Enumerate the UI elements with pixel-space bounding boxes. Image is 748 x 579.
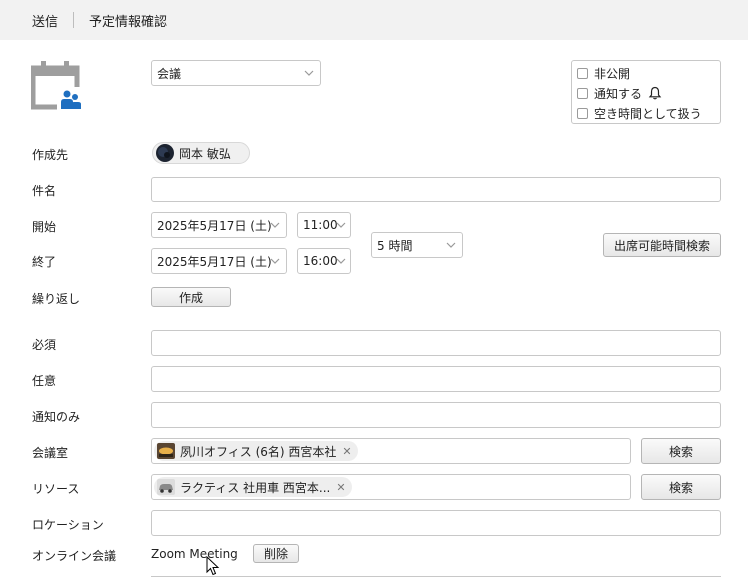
room-chip-label: 夙川オフィス (6名) 西宮本社: [180, 444, 337, 459]
end-time-value: 16:00: [303, 254, 338, 268]
free-time-label: 空き時間として扱う: [594, 106, 702, 121]
location-input[interactable]: [151, 510, 721, 536]
end-date-select[interactable]: 2025年5月17日 (土): [151, 248, 287, 274]
start-time-value: 11:00: [303, 218, 338, 232]
private-option[interactable]: 非公開: [577, 63, 720, 83]
end-time-select[interactable]: 16:00: [297, 248, 351, 274]
room-chip[interactable]: 夙川オフィス (6名) 西宮本社 ✕: [154, 441, 358, 461]
start-label: 開始: [32, 220, 57, 234]
mouse-cursor-icon: [206, 555, 220, 576]
chevron-down-icon: [270, 258, 280, 264]
notify-checkbox[interactable]: [577, 87, 588, 99]
private-checkbox[interactable]: [577, 67, 588, 79]
tab-confirm-details[interactable]: 予定情報確認: [89, 11, 167, 30]
calendar-people-icon: [30, 61, 83, 111]
remove-room-icon[interactable]: ✕: [342, 445, 351, 458]
subject-input[interactable]: [151, 177, 721, 202]
car-icon: [157, 479, 175, 495]
end-date-value: 2025年5月17日 (土): [157, 254, 272, 269]
free-time-checkbox[interactable]: [577, 107, 588, 119]
delete-online-meeting-button[interactable]: 削除: [253, 544, 299, 563]
chevron-down-icon: [446, 242, 456, 248]
creator-chip[interactable]: 岡本 敏弘: [152, 142, 250, 164]
resource-label: リソース: [32, 482, 80, 496]
optional-label: 任意: [32, 374, 57, 388]
remove-resource-icon[interactable]: ✕: [336, 481, 345, 494]
chevron-down-icon: [304, 70, 314, 76]
options-panel: 非公開 通知する 空き時間として扱う: [571, 60, 721, 124]
notify-label: 通知する: [594, 86, 643, 101]
online-meeting-label: オンライン会議: [32, 549, 117, 563]
event-type-value: 会議: [157, 66, 182, 81]
repeat-label: 繰り返し: [32, 292, 81, 306]
private-label: 非公開: [594, 66, 631, 81]
online-meeting-value: Zoom Meeting: [151, 547, 238, 561]
duration-value: 5 時間: [377, 238, 413, 253]
resource-chip[interactable]: ラクティス 社用車 西宮本... ✕: [154, 477, 352, 497]
location-label: ロケーション: [32, 518, 104, 532]
notify-only-label: 通知のみ: [32, 410, 81, 424]
bell-icon: [648, 86, 662, 100]
meeting-room-icon: [157, 443, 175, 459]
start-date-select[interactable]: 2025年5月17日 (土): [151, 212, 287, 238]
chevron-down-icon: [336, 222, 346, 228]
free-time-option[interactable]: 空き時間として扱う: [577, 103, 720, 123]
room-input[interactable]: 夙川オフィス (6名) 西宮本社 ✕: [151, 438, 631, 464]
resource-search-button[interactable]: 検索: [641, 474, 721, 500]
tab-send[interactable]: 送信: [32, 11, 58, 30]
create-repeat-button[interactable]: 作成: [151, 287, 231, 307]
optional-attendees-input[interactable]: [151, 366, 721, 392]
resource-chip-label: ラクティス 社用車 西宮本...: [180, 480, 331, 495]
start-time-select[interactable]: 11:00: [297, 212, 351, 238]
notify-only-input[interactable]: [151, 402, 721, 428]
avatar: [156, 144, 174, 162]
subject-label: 件名: [32, 184, 57, 198]
room-label: 会議室: [32, 446, 69, 460]
room-search-button[interactable]: 検索: [641, 438, 721, 464]
duration-select[interactable]: 5 時間: [371, 232, 463, 258]
chevron-down-icon: [336, 258, 346, 264]
required-attendees-input[interactable]: [151, 330, 721, 356]
header-bar: 送信 予定情報確認: [0, 0, 748, 40]
creator-name: 岡本 敏弘: [179, 146, 231, 161]
end-label: 終了: [32, 255, 57, 269]
resource-input[interactable]: ラクティス 社用車 西宮本... ✕: [151, 474, 631, 500]
start-date-value: 2025年5月17日 (土): [157, 218, 272, 233]
chevron-down-icon: [270, 222, 280, 228]
tab-divider: [73, 12, 75, 28]
event-type-select[interactable]: 会議: [151, 60, 321, 86]
find-available-time-button[interactable]: 出席可能時間検索: [603, 233, 721, 257]
notify-option[interactable]: 通知する: [577, 83, 720, 103]
required-label: 必須: [32, 338, 57, 352]
creator-label: 作成先: [32, 148, 69, 162]
